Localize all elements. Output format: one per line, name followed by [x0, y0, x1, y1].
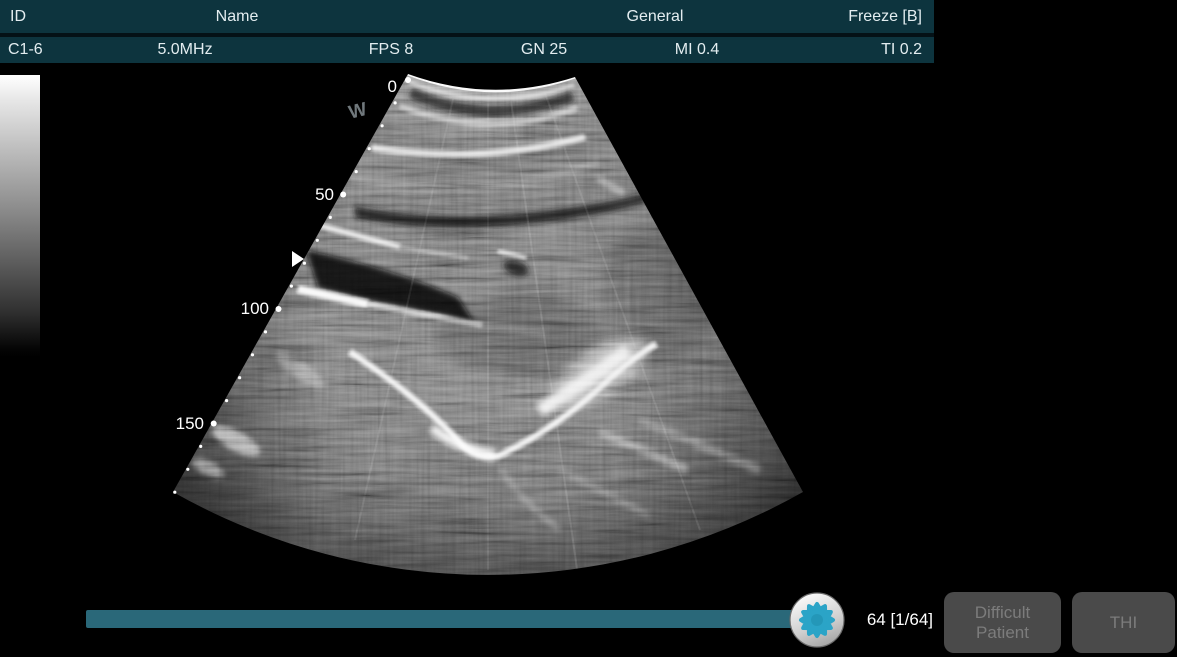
ti-label: TI 0.2: [881, 37, 922, 63]
depth-label: 100: [241, 299, 269, 318]
gear-center: [811, 614, 823, 626]
screen-background: 0 50 100 150 W ID Name General Freeze [B…: [0, 0, 1177, 657]
frame-counter: 64 [1/64]: [848, 610, 933, 630]
cine-slider-thumb[interactable]: [788, 591, 846, 649]
orientation-logo-icon: W: [347, 99, 370, 124]
depth-label: 150: [176, 414, 204, 433]
freeze-status-badge: Freeze [B]: [848, 0, 922, 33]
grayscale-map: [0, 75, 40, 357]
depth-label: 0: [388, 77, 397, 96]
depth-label: 50: [315, 185, 334, 204]
ultrasound-image[interactable]: [160, 60, 820, 600]
patient-info-row: ID Name General Freeze [B]: [0, 0, 934, 33]
difficult-patient-button[interactable]: Difficult Patient: [944, 592, 1061, 653]
patient-id-label: ID: [10, 0, 26, 33]
preset-label: General: [627, 0, 684, 33]
fps-label: FPS 8: [369, 37, 413, 63]
cine-slider-track[interactable]: [86, 610, 817, 628]
patient-name-label: Name: [216, 0, 259, 33]
status-bar: ID Name General Freeze [B] C1-6 5.0MHz F…: [0, 0, 934, 63]
gain-label: GN 25: [521, 37, 567, 63]
thi-button[interactable]: THI: [1072, 592, 1175, 653]
ultrasound-display: 0 50 100 150 W: [0, 0, 1177, 657]
probe-label: C1-6: [8, 37, 43, 63]
imaging-params-row: C1-6 5.0MHz FPS 8 GN 25 MI 0.4 TI 0.2: [0, 37, 934, 63]
frequency-label: 5.0MHz: [157, 37, 212, 63]
mi-label: MI 0.4: [675, 37, 719, 63]
